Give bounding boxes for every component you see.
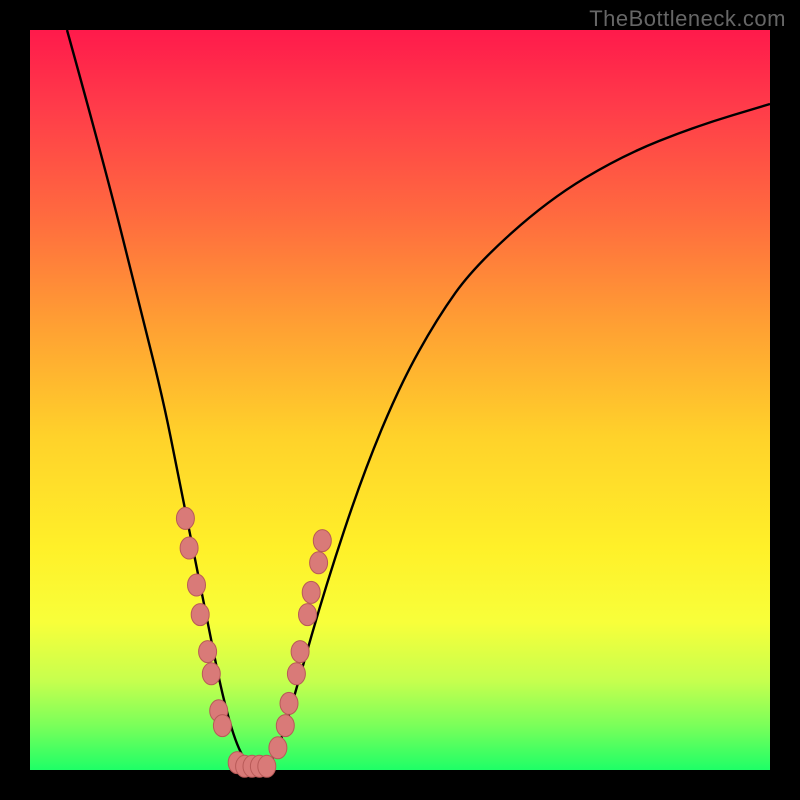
- data-marker: [302, 581, 320, 603]
- data-marker: [180, 537, 198, 559]
- data-marker: [276, 715, 294, 737]
- chart-svg: [30, 30, 770, 770]
- outer-frame: TheBottleneck.com: [0, 0, 800, 800]
- data-marker: [299, 604, 317, 626]
- bottleneck-curve-path: [67, 30, 770, 770]
- data-marker: [258, 755, 276, 777]
- data-marker: [199, 641, 217, 663]
- data-marker: [310, 552, 328, 574]
- data-marker: [291, 641, 309, 663]
- data-marker: [280, 692, 298, 714]
- data-marker: [313, 530, 331, 552]
- data-markers: [176, 507, 331, 777]
- data-marker: [269, 737, 287, 759]
- data-marker: [202, 663, 220, 685]
- plot-area: [30, 30, 770, 770]
- data-marker: [191, 604, 209, 626]
- data-marker: [287, 663, 305, 685]
- data-marker: [213, 715, 231, 737]
- data-marker: [176, 507, 194, 529]
- data-marker: [188, 574, 206, 596]
- curve-line: [67, 30, 770, 770]
- watermark-text: TheBottleneck.com: [589, 6, 786, 32]
